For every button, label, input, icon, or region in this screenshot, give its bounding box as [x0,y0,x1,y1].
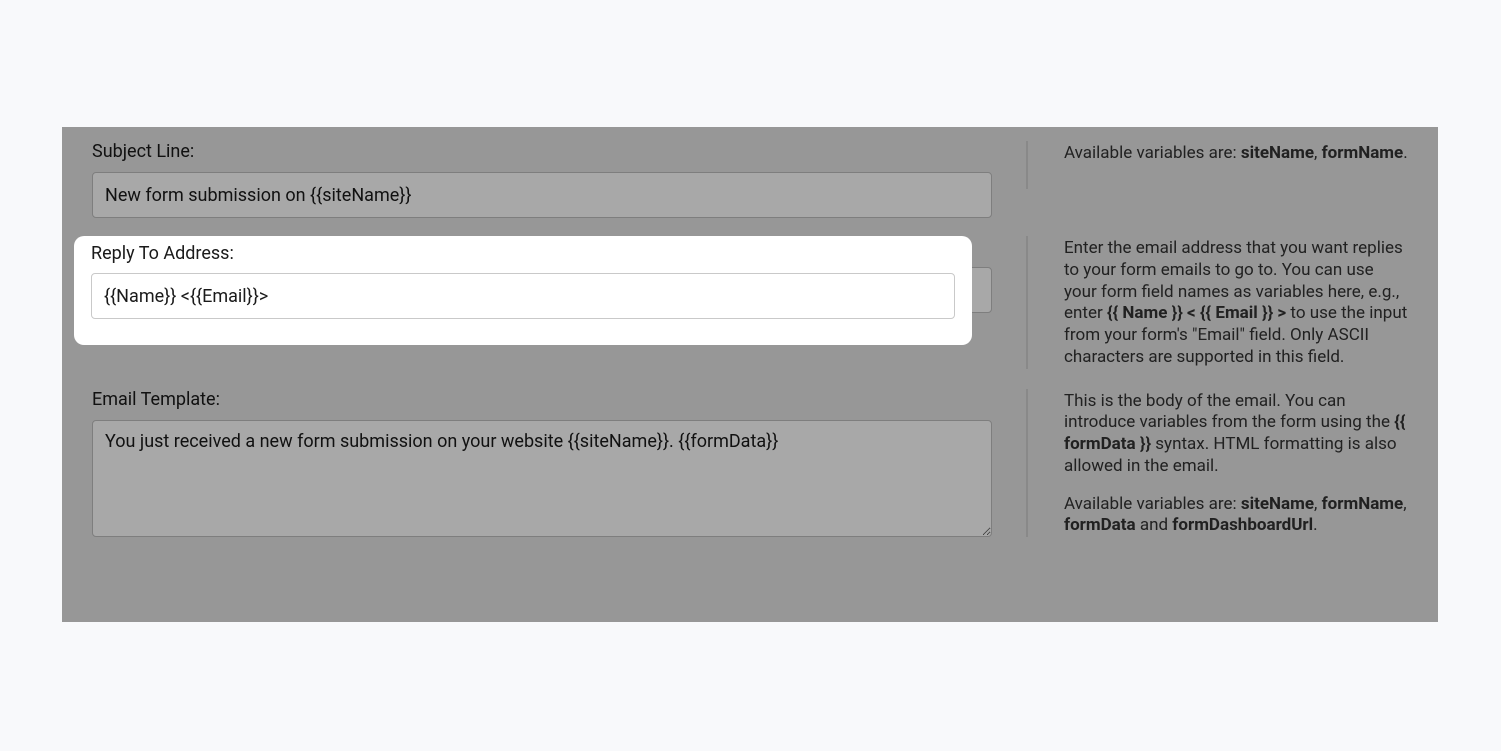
subject-label: Subject Line: [92,141,992,162]
template-vars-suffix: . [1313,515,1317,535]
form-settings-panel: Subject Line: Available variables are: s… [62,127,1438,622]
replyto-help-col: Enter the email address that you want re… [1026,236,1408,369]
subject-help-prefix: Available variables are: [1064,143,1241,163]
replyto-input[interactable] [91,273,955,319]
subject-help-col: Available variables are: siteName, formN… [1026,141,1408,189]
template-textarea[interactable] [92,420,992,537]
template-var-last: formDashboardUrl [1172,515,1313,535]
subject-help-suffix: . [1403,143,1407,163]
subject-input[interactable] [92,172,992,218]
subject-left: Subject Line: [92,141,992,218]
template-left: Email Template: [92,389,992,541]
template-vars-prefix: Available variables are: [1064,494,1241,514]
replyto-help: Enter the email address that you want re… [1064,236,1408,369]
template-var-2: formData [1064,515,1136,535]
subject-var-1: formName [1322,143,1404,163]
template-var-1: formName [1322,494,1404,514]
template-label: Email Template: [92,389,992,410]
template-body-help: This is the body of the email. You can i… [1064,389,1408,478]
template-vars-help: Available variables are: siteName, formN… [1064,492,1408,538]
template-body-prefix: This is the body of the email. You can i… [1064,391,1394,433]
replyto-label: Reply To Address: [91,243,955,264]
template-var-0: siteName [1241,494,1314,514]
template-help-col: This is the body of the email. You can i… [1026,389,1408,538]
replyto-highlight-card: Reply To Address: [74,236,972,345]
row-subject: Subject Line: Available variables are: s… [62,127,1438,218]
replyto-help-var: {{ Name }} < {{ Email }} > [1107,303,1286,323]
template-vars-connector: and [1136,515,1173,535]
row-template: Email Template: This is the body of the … [62,369,1438,541]
subject-var-0: siteName [1241,143,1314,163]
comma: , [1314,143,1322,163]
subject-help: Available variables are: siteName, formN… [1064,141,1408,165]
